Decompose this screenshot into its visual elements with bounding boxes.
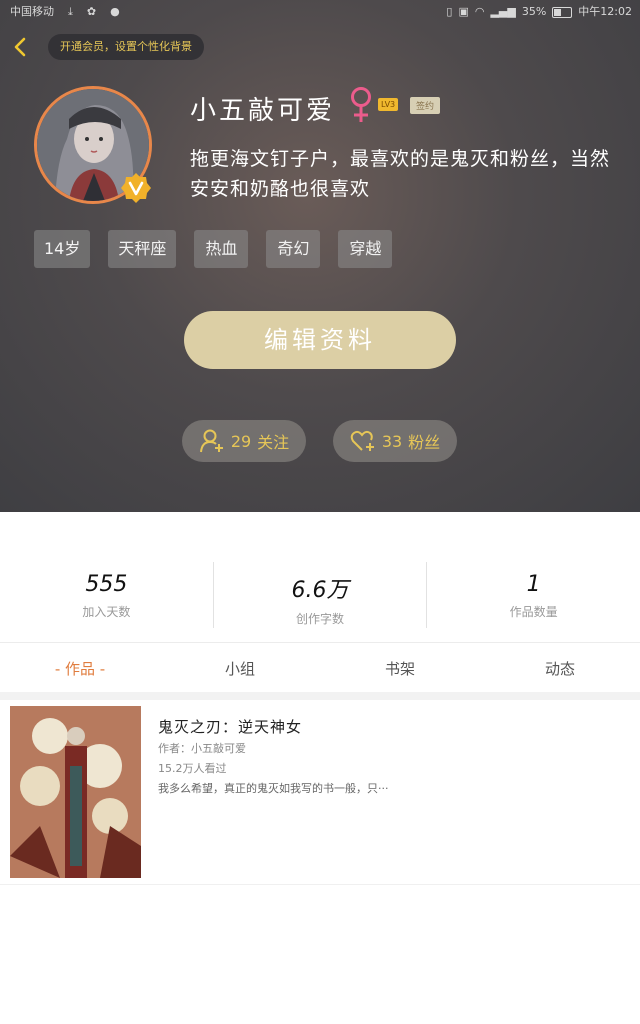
tag-zodiac: 天秤座 — [108, 230, 177, 268]
following-button[interactable]: 29 关注 — [182, 420, 306, 462]
stat-label: 创作字数 — [296, 612, 345, 626]
divider — [0, 884, 640, 885]
signal-icon: ▂▄▆ — [490, 5, 516, 18]
status-bar: 中国移动 ⤓ ✿ ● ▯ ▣ ◠ ▂▄▆ 35% 中午12:02 — [0, 0, 640, 26]
work-description: 我多么希望，真正的鬼灭如我写的书一般，只··· — [158, 782, 389, 795]
stat-label: 作品数量 — [509, 605, 558, 619]
fans-label: 粉丝 — [408, 433, 441, 452]
section-separator — [0, 692, 640, 700]
tab-groups[interactable]: 小组 — [160, 646, 320, 692]
tab-activity[interactable]: 动态 — [480, 646, 640, 692]
nickname: 小五敲可爱 — [190, 96, 336, 126]
wechat-icon: ✿ — [86, 5, 97, 18]
work-card[interactable]: 鬼灭之刃：逆天神女 作者：小五敲可爱 15.2万人看过 我多么希望，真正的鬼灭如… — [6, 700, 634, 884]
female-gender-icon — [351, 87, 371, 122]
hd-icon: ▣ — [458, 5, 469, 18]
stat-label: 加入天数 — [82, 605, 131, 619]
following-count: 29 — [230, 431, 252, 451]
fans-count: 33 — [381, 431, 403, 451]
work-read-count: 15.2万人看过 — [158, 762, 227, 775]
profile-header: 中国移动 ⤓ ✿ ● ▯ ▣ ◠ ▂▄▆ 35% 中午12:02 开通会员，设置… — [0, 0, 640, 512]
tab-bar: - 作品 - 小组 书架 动态 — [0, 646, 640, 692]
signed-badge: 签约 — [410, 97, 441, 114]
stat-value: 555 — [85, 572, 128, 597]
tag-list: 14岁 天秤座 热血 奇幻 穿越 — [34, 230, 393, 268]
edit-profile-button[interactable]: 编辑资料 — [184, 311, 456, 369]
work-author: 作者：小五敲可爱 — [158, 742, 246, 755]
stats-row: 555 加入天数 6.6万 创作字数 1 作品数量 — [0, 562, 640, 628]
fans-button[interactable]: 33 粉丝 — [333, 420, 457, 462]
tag-genre-time-travel: 穿越 — [338, 230, 393, 268]
vip-background-prompt[interactable]: 开通会员，设置个性化背景 — [48, 34, 204, 60]
stat-word-count: 6.6万 创作字数 — [212, 562, 427, 628]
add-user-icon — [199, 429, 223, 453]
tag-age: 14岁 — [34, 230, 91, 268]
stat-join-days: 555 加入天数 — [0, 562, 213, 628]
tag-genre-hot-blood: 热血 — [194, 230, 249, 268]
tab-bookshelf[interactable]: 书架 — [320, 646, 480, 692]
battery-icon — [552, 6, 573, 18]
divider — [0, 642, 640, 643]
clock: 中午12:02 — [578, 5, 632, 18]
vibrate-icon: ▯ — [446, 5, 453, 18]
message-icon: ● — [110, 5, 120, 18]
carrier-label: 中国移动 — [10, 5, 54, 18]
wifi-icon: ◠ — [474, 5, 485, 18]
tag-genre-fantasy: 奇幻 — [266, 230, 321, 268]
book-cover-image — [10, 706, 141, 878]
heart-plus-icon — [350, 430, 374, 451]
work-title: 鬼灭之刃：逆天神女 — [158, 718, 303, 736]
bio-text: 拖更海文钉子户，最喜欢的是鬼灭和粉丝，当然安安和奶酪也很喜欢 — [190, 148, 611, 200]
stat-works-count: 1 作品数量 — [426, 562, 640, 628]
level-badge: LV3 — [378, 98, 399, 111]
back-arrow-icon[interactable] — [10, 36, 32, 58]
tab-works[interactable]: - 作品 - — [0, 646, 160, 692]
following-label: 关注 — [257, 433, 290, 452]
stat-value: 1 — [526, 572, 541, 597]
battery-percent: 35% — [521, 5, 547, 18]
download-icon: ⤓ — [68, 5, 73, 18]
stat-value: 6.6万 — [291, 578, 349, 603]
verified-v-icon — [121, 173, 151, 203]
